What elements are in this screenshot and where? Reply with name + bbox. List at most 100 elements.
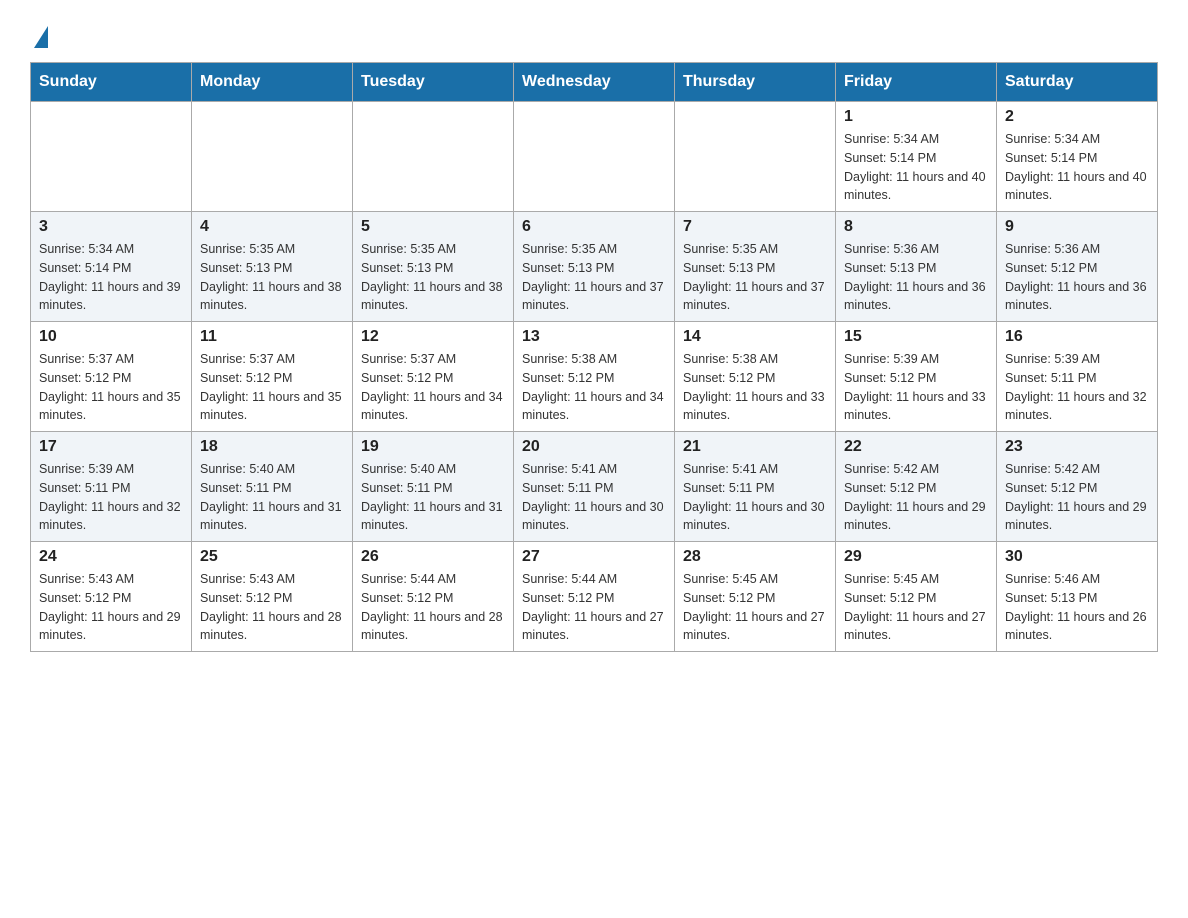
logo xyxy=(30,20,48,44)
day-number: 28 xyxy=(683,548,827,566)
header xyxy=(30,20,1158,44)
day-info: Sunrise: 5:38 AMSunset: 5:12 PMDaylight:… xyxy=(522,350,666,425)
day-number: 12 xyxy=(361,328,505,346)
day-info: Sunrise: 5:35 AMSunset: 5:13 PMDaylight:… xyxy=(200,240,344,315)
calendar-week-4: 24 Sunrise: 5:43 AMSunset: 5:12 PMDayligh… xyxy=(31,542,1158,652)
day-number: 14 xyxy=(683,328,827,346)
calendar-cell: 15 Sunrise: 5:39 AMSunset: 5:12 PMDayligh… xyxy=(836,322,997,432)
day-number: 17 xyxy=(39,438,183,456)
day-info: Sunrise: 5:45 AMSunset: 5:12 PMDaylight:… xyxy=(844,570,988,645)
day-info: Sunrise: 5:43 AMSunset: 5:12 PMDaylight:… xyxy=(200,570,344,645)
calendar-cell: 14 Sunrise: 5:38 AMSunset: 5:12 PMDayligh… xyxy=(675,322,836,432)
calendar-week-0: 1 Sunrise: 5:34 AMSunset: 5:14 PMDaylight… xyxy=(31,102,1158,212)
calendar-cell: 26Sunrise: 5:44 AMSunset: 5:12 PMDayligh… xyxy=(353,542,514,652)
header-row: SundayMondayTuesdayWednesdayThursdayFrid… xyxy=(31,63,1158,102)
calendar-cell: 30 Sunrise: 5:46 AMSunset: 5:13 PMDayligh… xyxy=(997,542,1158,652)
day-info: Sunrise: 5:43 AMSunset: 5:12 PMDaylight:… xyxy=(39,570,183,645)
calendar-cell: 16 Sunrise: 5:39 AMSunset: 5:11 PMDayligh… xyxy=(997,322,1158,432)
calendar-week-1: 3Sunrise: 5:34 AMSunset: 5:14 PMDaylight… xyxy=(31,212,1158,322)
calendar-cell: 27 Sunrise: 5:44 AMSunset: 5:12 PMDayligh… xyxy=(514,542,675,652)
calendar-cell: 1 Sunrise: 5:34 AMSunset: 5:14 PMDaylight… xyxy=(836,102,997,212)
calendar-cell: 18 Sunrise: 5:40 AMSunset: 5:11 PMDayligh… xyxy=(192,432,353,542)
calendar-cell: 12 Sunrise: 5:37 AMSunset: 5:12 PMDayligh… xyxy=(353,322,514,432)
calendar-cell xyxy=(514,102,675,212)
day-number: 9 xyxy=(1005,218,1149,236)
calendar-cell xyxy=(675,102,836,212)
calendar-cell: 8 Sunrise: 5:36 AMSunset: 5:13 PMDaylight… xyxy=(836,212,997,322)
day-info: Sunrise: 5:39 AMSunset: 5:11 PMDaylight:… xyxy=(39,460,183,535)
day-info: Sunrise: 5:36 AMSunset: 5:12 PMDaylight:… xyxy=(1005,240,1149,315)
day-info: Sunrise: 5:42 AMSunset: 5:12 PMDaylight:… xyxy=(844,460,988,535)
day-info: Sunrise: 5:37 AMSunset: 5:12 PMDaylight:… xyxy=(39,350,183,425)
day-number: 1 xyxy=(844,108,988,126)
day-info: Sunrise: 5:35 AMSunset: 5:13 PMDaylight:… xyxy=(522,240,666,315)
day-number: 18 xyxy=(200,438,344,456)
day-number: 8 xyxy=(844,218,988,236)
day-number: 6 xyxy=(522,218,666,236)
day-info: Sunrise: 5:41 AMSunset: 5:11 PMDaylight:… xyxy=(683,460,827,535)
day-number: 26 xyxy=(361,548,505,566)
day-info: Sunrise: 5:45 AMSunset: 5:12 PMDaylight:… xyxy=(683,570,827,645)
calendar-cell: 6 Sunrise: 5:35 AMSunset: 5:13 PMDaylight… xyxy=(514,212,675,322)
header-cell-tuesday: Tuesday xyxy=(353,63,514,102)
day-info: Sunrise: 5:35 AMSunset: 5:13 PMDaylight:… xyxy=(683,240,827,315)
day-info: Sunrise: 5:42 AMSunset: 5:12 PMDaylight:… xyxy=(1005,460,1149,535)
day-number: 27 xyxy=(522,548,666,566)
calendar-cell: 7 Sunrise: 5:35 AMSunset: 5:13 PMDaylight… xyxy=(675,212,836,322)
calendar-cell: 28 Sunrise: 5:45 AMSunset: 5:12 PMDayligh… xyxy=(675,542,836,652)
day-info: Sunrise: 5:37 AMSunset: 5:12 PMDaylight:… xyxy=(200,350,344,425)
day-number: 19 xyxy=(361,438,505,456)
day-number: 16 xyxy=(1005,328,1149,346)
day-number: 21 xyxy=(683,438,827,456)
day-number: 5 xyxy=(361,218,505,236)
calendar-header: SundayMondayTuesdayWednesdayThursdayFrid… xyxy=(31,63,1158,102)
day-number: 7 xyxy=(683,218,827,236)
header-cell-thursday: Thursday xyxy=(675,63,836,102)
day-info: Sunrise: 5:38 AMSunset: 5:12 PMDaylight:… xyxy=(683,350,827,425)
header-cell-wednesday: Wednesday xyxy=(514,63,675,102)
calendar-cell: 11 Sunrise: 5:37 AMSunset: 5:12 PMDayligh… xyxy=(192,322,353,432)
calendar-table: SundayMondayTuesdayWednesdayThursdayFrid… xyxy=(30,62,1158,652)
day-info: Sunrise: 5:40 AMSunset: 5:11 PMDaylight:… xyxy=(361,460,505,535)
day-number: 11 xyxy=(200,328,344,346)
calendar-cell: 19 Sunrise: 5:40 AMSunset: 5:11 PMDayligh… xyxy=(353,432,514,542)
day-number: 22 xyxy=(844,438,988,456)
calendar-week-3: 17 Sunrise: 5:39 AMSunset: 5:11 PMDayligh… xyxy=(31,432,1158,542)
day-info: Sunrise: 5:36 AMSunset: 5:13 PMDaylight:… xyxy=(844,240,988,315)
day-number: 10 xyxy=(39,328,183,346)
day-number: 3 xyxy=(39,218,183,236)
header-cell-sunday: Sunday xyxy=(31,63,192,102)
header-cell-monday: Monday xyxy=(192,63,353,102)
calendar-cell xyxy=(353,102,514,212)
header-cell-friday: Friday xyxy=(836,63,997,102)
day-number: 4 xyxy=(200,218,344,236)
day-info: Sunrise: 5:46 AMSunset: 5:13 PMDaylight:… xyxy=(1005,570,1149,645)
calendar-cell: 20 Sunrise: 5:41 AMSunset: 5:11 PMDayligh… xyxy=(514,432,675,542)
calendar-cell: 3Sunrise: 5:34 AMSunset: 5:14 PMDaylight… xyxy=(31,212,192,322)
calendar-cell: 2Sunrise: 5:34 AMSunset: 5:14 PMDaylight… xyxy=(997,102,1158,212)
day-number: 15 xyxy=(844,328,988,346)
day-number: 20 xyxy=(522,438,666,456)
day-number: 30 xyxy=(1005,548,1149,566)
calendar-cell: 9 Sunrise: 5:36 AMSunset: 5:12 PMDaylight… xyxy=(997,212,1158,322)
day-info: Sunrise: 5:34 AMSunset: 5:14 PMDaylight:… xyxy=(844,130,988,205)
day-number: 24 xyxy=(39,548,183,566)
calendar-cell: 17 Sunrise: 5:39 AMSunset: 5:11 PMDayligh… xyxy=(31,432,192,542)
calendar-cell: 29 Sunrise: 5:45 AMSunset: 5:12 PMDayligh… xyxy=(836,542,997,652)
day-info: Sunrise: 5:39 AMSunset: 5:12 PMDaylight:… xyxy=(844,350,988,425)
calendar-cell: 25 Sunrise: 5:43 AMSunset: 5:12 PMDayligh… xyxy=(192,542,353,652)
day-number: 25 xyxy=(200,548,344,566)
calendar-cell: 10 Sunrise: 5:37 AMSunset: 5:12 PMDayligh… xyxy=(31,322,192,432)
day-info: Sunrise: 5:44 AMSunset: 5:12 PMDaylight:… xyxy=(522,570,666,645)
day-number: 13 xyxy=(522,328,666,346)
calendar-cell: 22 Sunrise: 5:42 AMSunset: 5:12 PMDayligh… xyxy=(836,432,997,542)
calendar-cell: 24 Sunrise: 5:43 AMSunset: 5:12 PMDayligh… xyxy=(31,542,192,652)
calendar-body: 1 Sunrise: 5:34 AMSunset: 5:14 PMDaylight… xyxy=(31,102,1158,652)
day-info: Sunrise: 5:41 AMSunset: 5:11 PMDaylight:… xyxy=(522,460,666,535)
day-info: Sunrise: 5:40 AMSunset: 5:11 PMDaylight:… xyxy=(200,460,344,535)
day-info: Sunrise: 5:39 AMSunset: 5:11 PMDaylight:… xyxy=(1005,350,1149,425)
calendar-week-2: 10 Sunrise: 5:37 AMSunset: 5:12 PMDayligh… xyxy=(31,322,1158,432)
day-info: Sunrise: 5:37 AMSunset: 5:12 PMDaylight:… xyxy=(361,350,505,425)
calendar-cell: 5Sunrise: 5:35 AMSunset: 5:13 PMDaylight… xyxy=(353,212,514,322)
day-number: 29 xyxy=(844,548,988,566)
